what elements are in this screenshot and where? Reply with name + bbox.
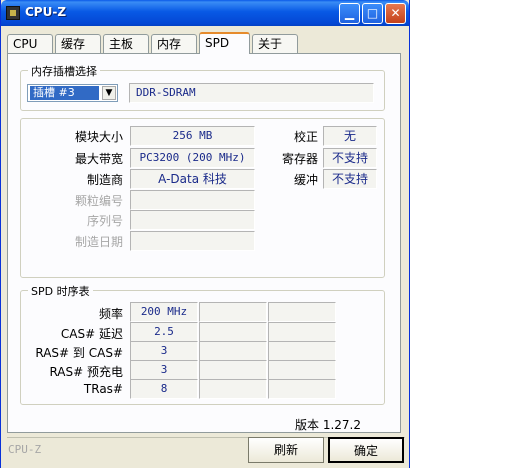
cas-latency-label: CAS# 延迟 <box>60 327 123 341</box>
module-type-field: DDR-SDRAM <box>129 83 374 103</box>
chevron-down-icon[interactable]: ▼ <box>102 86 116 100</box>
tab-spd[interactable]: SPD <box>199 32 250 54</box>
close-button[interactable]: ✕ <box>385 3 406 24</box>
title-bar[interactable]: CPU-Z ▁ □ ✕ <box>1 0 409 26</box>
ras-precharge-value: 3 <box>130 360 198 380</box>
timing-cell <box>268 360 336 380</box>
slot-select-value: 插槽 #3 <box>30 86 99 100</box>
timing-cell <box>268 322 336 342</box>
module-size-label: 模块大小 <box>74 130 123 144</box>
buffered-value: 不支持 <box>323 169 377 189</box>
window-title: CPU-Z <box>25 5 67 19</box>
tras-value: 8 <box>130 379 198 399</box>
cas-latency-value: 2.5 <box>130 322 198 342</box>
timing-cell <box>268 341 336 361</box>
buffered-label: 缓冲 <box>293 173 318 187</box>
timing-frequency-label: 频率 <box>98 307 123 321</box>
ecc-label: 校正 <box>293 130 318 144</box>
part-number-label: 颗粒编号 <box>74 194 123 208</box>
timing-group-label: SPD 时序表 <box>28 283 93 299</box>
timing-cell <box>199 360 267 380</box>
slot-select[interactable]: 插槽 #3 ▼ <box>27 84 118 102</box>
ras-to-cas-label: RAS# 到 CAS# <box>35 346 123 360</box>
registered-value: 不支持 <box>323 148 377 168</box>
tab-memory[interactable]: 内存 <box>151 34 197 53</box>
ras-precharge-label: RAS# 预充电 <box>49 365 123 379</box>
tab-mainboard[interactable]: 主板 <box>103 34 149 53</box>
ras-to-cas-value: 3 <box>130 341 198 361</box>
status-text: CPU-Z <box>8 443 42 456</box>
cpuz-window: CPU-Z ▁ □ ✕ CPU 缓存 主板 内存 SPD 关于 内存插槽选择 插… <box>0 0 410 468</box>
part-number-value <box>130 190 255 210</box>
timing-cell <box>199 322 267 342</box>
manufacture-date-value <box>130 231 255 251</box>
tab-cache[interactable]: 缓存 <box>55 34 101 53</box>
serial-number-label: 序列号 <box>86 214 123 228</box>
manufacturer-value: A-Data 科技 <box>130 169 255 189</box>
tab-cpu[interactable]: CPU <box>7 34 53 53</box>
timing-cell <box>268 379 336 399</box>
tab-about[interactable]: 关于 <box>252 34 298 53</box>
max-bandwidth-value: PC3200 (200 MHz) <box>130 148 255 168</box>
timing-cell <box>199 341 267 361</box>
timing-cell <box>199 379 267 399</box>
ok-button[interactable]: 确定 <box>328 437 404 463</box>
serial-number-value <box>130 210 255 230</box>
minimize-button[interactable]: ▁ <box>339 3 360 24</box>
timing-frequency-value: 200 MHz <box>130 302 198 322</box>
ecc-value: 无 <box>323 126 377 146</box>
tras-label: TRas# <box>83 382 123 396</box>
registered-label: 寄存器 <box>281 152 318 166</box>
timing-cell <box>199 302 267 322</box>
manufacture-date-label: 制造日期 <box>74 235 123 249</box>
version-label: 版本 1.27.2 <box>295 418 361 432</box>
cpu-chip-icon <box>6 6 20 20</box>
maximize-button[interactable]: □ <box>362 3 383 24</box>
slot-group-label: 内存插槽选择 <box>28 63 100 79</box>
module-size-value: 256 MB <box>130 126 255 146</box>
max-bandwidth-label: 最大带宽 <box>74 152 123 166</box>
manufacturer-label: 制造商 <box>86 173 123 187</box>
timing-cell <box>268 302 336 322</box>
refresh-button[interactable]: 刷新 <box>248 437 324 463</box>
